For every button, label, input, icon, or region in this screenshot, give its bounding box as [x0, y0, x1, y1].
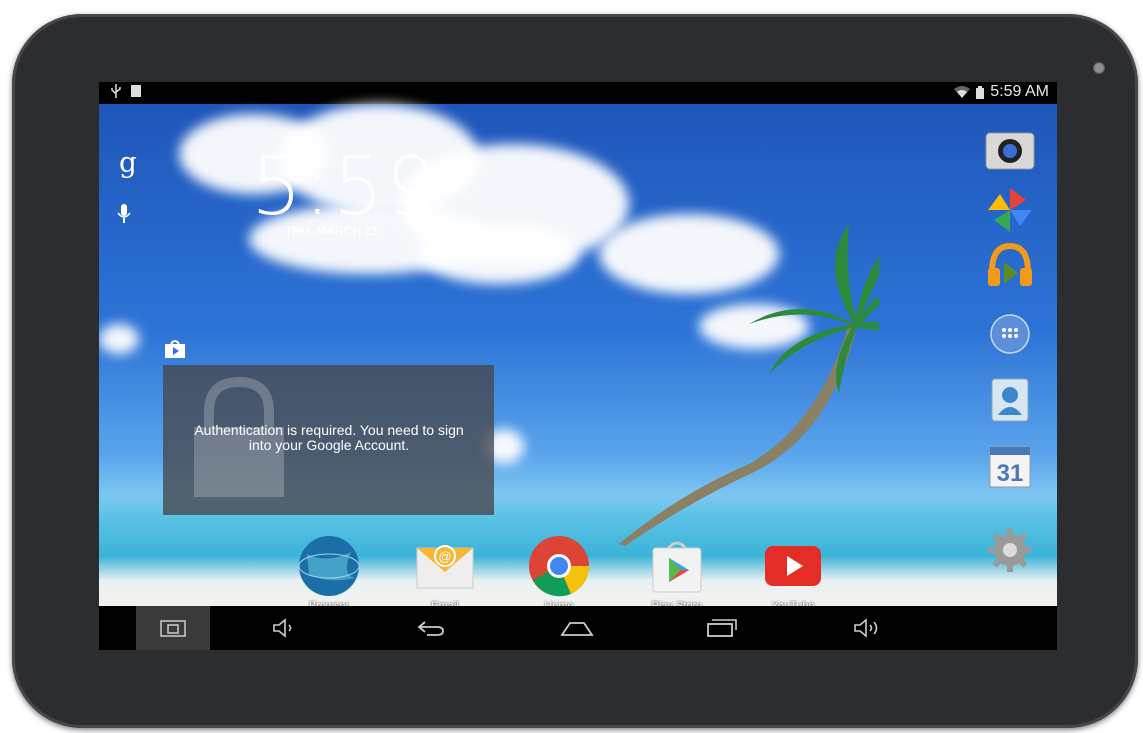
- calendar-shortcut[interactable]: 31: [983, 442, 1037, 490]
- battery-icon: [976, 85, 985, 99]
- volume-up-button[interactable]: [832, 606, 904, 650]
- camera-icon: [985, 132, 1035, 170]
- settings-icon: [988, 528, 1032, 572]
- youtube-icon: [765, 546, 821, 586]
- status-time: 5:59 AM: [990, 83, 1049, 100]
- palm-tree: [619, 224, 879, 546]
- camera-shortcut[interactable]: [983, 126, 1037, 174]
- svg-text:@: @: [438, 549, 451, 564]
- photos-icon: [988, 188, 1032, 232]
- volume-down-icon: [273, 618, 292, 638]
- volume-up-icon: [854, 618, 878, 638]
- photos-shortcut[interactable]: [983, 186, 1037, 234]
- screenshot-button[interactable]: [136, 606, 210, 650]
- contacts-icon: [991, 378, 1029, 422]
- cloud: [419, 224, 579, 284]
- status-bar: 5:59 AM: [99, 82, 1057, 104]
- back-button[interactable]: [395, 606, 467, 650]
- wallpaper: g 5:59 THU, MARCH 12 Authentication is r…: [99, 104, 1057, 612]
- app-drawer-icon: [990, 314, 1030, 354]
- calendar-day: 31: [997, 460, 1024, 487]
- google-search-icon[interactable]: g: [119, 146, 137, 179]
- browser-globe-icon: [298, 536, 360, 596]
- cloud: [99, 324, 139, 354]
- mic-icon[interactable]: [117, 204, 131, 224]
- auth-message: Authentication is required. You need to …: [194, 422, 464, 453]
- settings-shortcut[interactable]: [983, 526, 1037, 574]
- wifi-icon: [954, 86, 971, 98]
- navigation-bar: [99, 606, 1057, 650]
- recent-apps-icon: [707, 619, 737, 637]
- app-drawer-button[interactable]: [983, 310, 1037, 358]
- clock-widget[interactable]: 5:59: [251, 140, 439, 233]
- music-shortcut[interactable]: [983, 242, 1037, 290]
- screenshot-icon: [160, 620, 186, 637]
- music-icon: [988, 242, 1032, 286]
- chrome-icon: [529, 536, 590, 597]
- tablet-screen: 5:59 AM g 5:59 THU, MARCH 12 Authenticat…: [99, 82, 1057, 650]
- usb-icon: [111, 84, 121, 98]
- contacts-shortcut[interactable]: [983, 376, 1037, 424]
- calendar-icon: 31: [989, 446, 1031, 488]
- recent-apps-button[interactable]: [686, 606, 758, 650]
- home-button[interactable]: [541, 606, 613, 650]
- volume-down-button[interactable]: [249, 606, 321, 650]
- back-icon: [417, 621, 444, 636]
- date-label: THU, MARCH 12: [285, 224, 378, 238]
- front-camera: [1093, 62, 1105, 74]
- auth-required-widget[interactable]: Authentication is required. You need to …: [163, 365, 494, 515]
- email-envelope-icon: @: [416, 545, 474, 589]
- play-store-icon: [652, 541, 702, 593]
- play-store-notification-icon: [165, 340, 185, 358]
- sd-card-icon: [131, 85, 141, 97]
- home-icon: [560, 622, 594, 636]
